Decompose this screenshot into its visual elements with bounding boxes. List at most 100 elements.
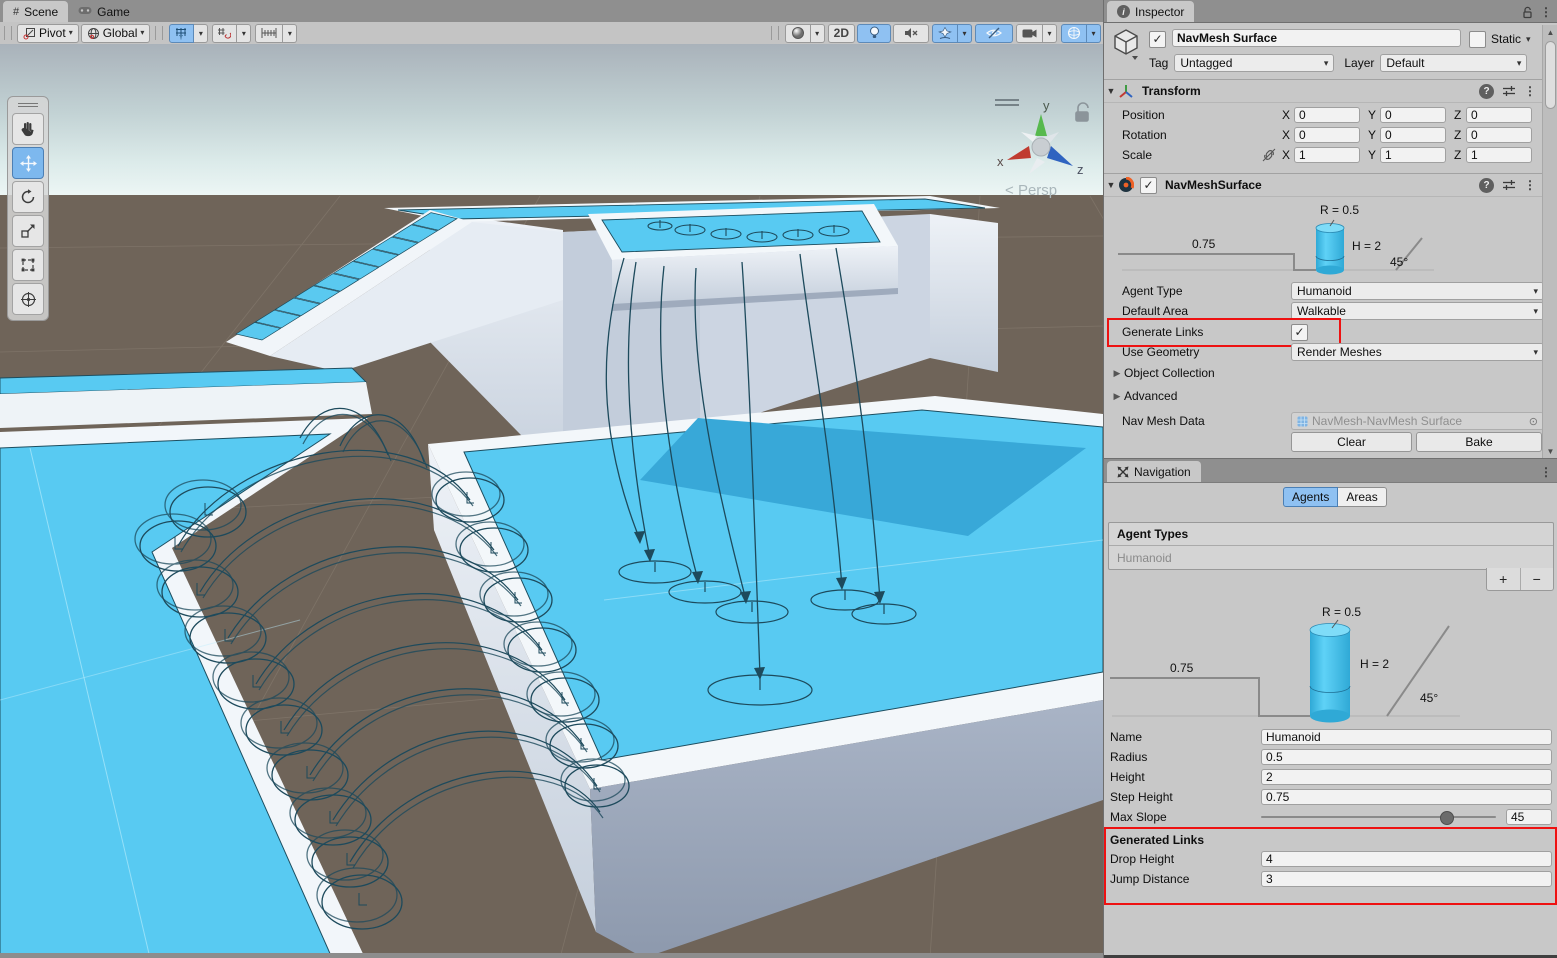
tag-dropdown[interactable]: Untagged ▾ xyxy=(1174,54,1334,72)
scene-lighting-toggle[interactable] xyxy=(857,24,891,43)
static-caret-icon[interactable]: ▾ xyxy=(1526,34,1531,45)
scale-z-field[interactable] xyxy=(1466,147,1532,163)
help-icon[interactable]: ? xyxy=(1479,178,1494,193)
bake-button[interactable]: Bake xyxy=(1416,432,1542,452)
transform-tool-button[interactable] xyxy=(12,283,44,315)
nav-mesh-data-field[interactable]: NavMesh-NavMesh Surface ⊙ xyxy=(1291,412,1544,430)
tab-scene[interactable]: # Scene xyxy=(3,1,68,22)
gameobject-cube-icon[interactable] xyxy=(1112,28,1140,60)
clear-button[interactable]: Clear xyxy=(1291,432,1412,452)
agent-height-field[interactable] xyxy=(1261,769,1552,785)
snap-options-caret[interactable]: ▾ xyxy=(237,24,251,43)
navmeshsurface-enabled-checkbox[interactable]: ✓ xyxy=(1140,177,1157,194)
toolbar-drag-handle[interactable] xyxy=(4,26,12,40)
snap-toggle[interactable] xyxy=(212,24,237,43)
unlock-icon[interactable] xyxy=(1521,6,1534,19)
remove-agent-type-button[interactable]: − xyxy=(1520,568,1554,590)
audio-mute-toggle[interactable] xyxy=(893,24,929,43)
presets-icon[interactable] xyxy=(1502,85,1516,97)
gizmos-caret[interactable]: ▾ xyxy=(1087,24,1101,43)
tab-navigation[interactable]: Navigation xyxy=(1107,461,1201,482)
perspective-label[interactable]: < Persp xyxy=(1005,182,1057,199)
pivot-mode-button[interactable]: Pivot ▾ xyxy=(17,24,79,43)
hidden-objects-toggle[interactable] xyxy=(975,24,1013,43)
snap-increment-caret[interactable]: ▾ xyxy=(283,24,297,43)
camera-settings-caret[interactable]: ▾ xyxy=(1043,24,1057,43)
draw-mode-button[interactable] xyxy=(785,24,811,43)
static-checkbox[interactable] xyxy=(1469,31,1486,48)
y-axis-cone[interactable] xyxy=(1035,114,1047,136)
add-agent-type-button[interactable]: + xyxy=(1487,568,1520,590)
x-axis-cone[interactable] xyxy=(1007,146,1031,160)
generate-links-checkbox[interactable]: ✓ xyxy=(1291,324,1308,341)
agent-name-field[interactable] xyxy=(1261,729,1552,745)
tab-inspector[interactable]: i Inspector xyxy=(1107,1,1194,22)
use-geometry-dropdown[interactable]: Render Meshes ▾ xyxy=(1291,343,1544,361)
draw-mode-caret[interactable]: ▾ xyxy=(811,24,825,43)
hand-tool-button[interactable] xyxy=(12,113,44,145)
scroll-down-arrow[interactable]: ▼ xyxy=(1543,444,1557,458)
navmeshsurface-header[interactable]: ▼ ✓ NavMeshSurface ? ⋮ xyxy=(1104,173,1557,197)
gizmo-lock-icon[interactable] xyxy=(1076,103,1088,121)
rotation-x-field[interactable] xyxy=(1294,127,1360,143)
transform-foldout-icon[interactable]: ▼ xyxy=(1104,86,1118,96)
scale-y-field[interactable] xyxy=(1380,147,1446,163)
constrain-proportions-icon[interactable] xyxy=(1262,148,1276,162)
presets-icon[interactable] xyxy=(1502,179,1516,191)
z-axis-cone[interactable] xyxy=(1047,146,1073,166)
object-collection-foldout[interactable]: ▶ Object Collection xyxy=(1110,364,1215,382)
scene-viewport[interactable]: y x z < Persp xyxy=(0,44,1103,958)
areas-tab[interactable]: Areas xyxy=(1338,487,1386,507)
layer-dropdown[interactable]: Default ▾ xyxy=(1380,54,1527,72)
agent-type-list-item[interactable]: Humanoid xyxy=(1109,546,1553,569)
step-height-field[interactable] xyxy=(1261,789,1552,805)
snap-increment-button[interactable] xyxy=(255,24,283,43)
agents-tab[interactable]: Agents xyxy=(1283,487,1338,507)
scroll-up-arrow[interactable]: ▲ xyxy=(1543,25,1557,39)
agent-type-dropdown[interactable]: Humanoid ▾ xyxy=(1291,282,1544,300)
2d-mode-button[interactable]: 2D xyxy=(828,24,855,43)
global-mode-button[interactable]: Global ▾ xyxy=(81,24,151,43)
position-z-field[interactable] xyxy=(1466,107,1532,123)
axis-gizmo[interactable]: y x z xyxy=(997,98,1084,177)
scale-x-field[interactable] xyxy=(1294,147,1360,163)
free-axis-cone[interactable] xyxy=(1029,158,1045,174)
tab-game[interactable]: Game xyxy=(68,1,140,22)
jump-distance-field[interactable] xyxy=(1261,871,1552,887)
scale-tool-button[interactable] xyxy=(12,215,44,247)
default-area-dropdown[interactable]: Walkable ▾ xyxy=(1291,302,1544,320)
gameobject-name-field[interactable] xyxy=(1172,29,1461,47)
move-tool-button[interactable] xyxy=(12,147,44,179)
camera-settings-button[interactable] xyxy=(1016,24,1043,43)
gizmo-center-cube[interactable] xyxy=(1032,138,1050,156)
component-menu-icon[interactable]: ⋮ xyxy=(1524,178,1536,192)
inspector-menu-icon[interactable]: ⋮ xyxy=(1540,5,1552,19)
grid-options-caret[interactable]: ▾ xyxy=(194,24,208,43)
drop-height-field[interactable] xyxy=(1261,851,1552,867)
transform-header[interactable]: ▼ Transform ? ⋮ xyxy=(1104,79,1557,103)
agent-radius-field[interactable] xyxy=(1261,749,1552,765)
rotate-tool-button[interactable] xyxy=(12,181,44,213)
toolbar-drag-handle[interactable] xyxy=(155,26,163,40)
position-x-field[interactable] xyxy=(1294,107,1360,123)
scrollbar-thumb[interactable] xyxy=(1545,41,1556,109)
object-picker-icon[interactable]: ⊙ xyxy=(1529,415,1538,428)
grid-visibility-toggle[interactable]: Y xyxy=(169,24,194,43)
max-slope-field[interactable] xyxy=(1506,809,1552,825)
advanced-foldout[interactable]: ▶ Advanced xyxy=(1110,387,1177,405)
toolbar-drag-handle[interactable] xyxy=(771,26,779,40)
effects-caret[interactable]: ▾ xyxy=(958,24,972,43)
rotation-z-field[interactable] xyxy=(1466,127,1532,143)
effects-toggle[interactable] xyxy=(932,24,958,43)
gizmos-toggle[interactable] xyxy=(1061,24,1087,43)
slider-thumb[interactable] xyxy=(1440,811,1454,825)
component-menu-icon[interactable]: ⋮ xyxy=(1524,84,1536,98)
rotation-y-field[interactable] xyxy=(1380,127,1446,143)
navigation-menu-icon[interactable]: ⋮ xyxy=(1540,465,1552,479)
rect-tool-button[interactable] xyxy=(12,249,44,281)
gizmo-menu-handle[interactable] xyxy=(995,100,1019,105)
gameobject-active-checkbox[interactable]: ✓ xyxy=(1149,31,1166,48)
max-slope-slider[interactable] xyxy=(1261,816,1496,818)
tools-overlay-handle[interactable] xyxy=(18,100,38,110)
inspector-scrollbar[interactable]: ▲ ▼ xyxy=(1542,25,1557,458)
